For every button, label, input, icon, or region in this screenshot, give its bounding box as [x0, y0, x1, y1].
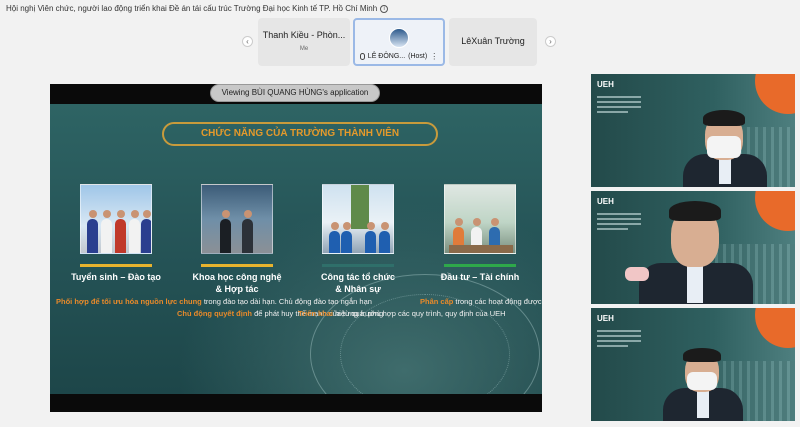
host-label: LÊ ĐÔNG... (Host) ⋮: [359, 52, 439, 61]
column-description: Phân cấp trong các hoạt động được ủy quy…: [420, 297, 542, 306]
participant-name: LêXuân Trường: [461, 36, 525, 46]
staff-photo: [322, 184, 394, 254]
participant-video-2[interactable]: UEH: [591, 191, 795, 304]
function-column-organization: Công tác tổ chức & Nhân sự Triển khai hi…: [298, 184, 506, 319]
microphone-icon: [359, 53, 365, 60]
column-accent-bar: [444, 264, 516, 267]
presentation-slide: CHỨC NĂNG CỦA TRƯỜNG THÀNH VIÊN Tuyển si…: [50, 104, 542, 394]
column-title: Đầu tư – Tài chính: [440, 272, 520, 282]
column-accent-bar: [201, 264, 273, 267]
participant-video-1[interactable]: UEH: [591, 74, 795, 187]
participant-name: Thanh Kiều - Phòn...: [262, 30, 346, 40]
participant-person: [625, 197, 761, 304]
column-title: Khoa học công nghệ & Hợp tác: [192, 272, 282, 294]
meeting-window: Hội nghị Viên chức, người lao động triển…: [0, 0, 800, 427]
participant-person: [671, 104, 781, 187]
participant-tile-host[interactable]: LÊ ĐÔNG... (Host) ⋮: [353, 18, 445, 66]
finance-photo: [444, 184, 516, 254]
participant-me-label: Me: [299, 46, 309, 52]
participant-tile-me[interactable]: Thanh Kiều - Phòn... Me: [258, 18, 350, 66]
function-column-science: Khoa học công nghệ & Hợp tác Chủ động qu…: [177, 184, 384, 319]
column-accent-bar: [322, 264, 394, 267]
function-column-admissions: Tuyển sinh – Đào tạo Phối hợp để tối ưu …: [56, 184, 372, 307]
technology-photo: [201, 184, 273, 254]
info-icon[interactable]: i: [380, 4, 389, 13]
students-photo: [80, 184, 152, 254]
column-description: Triển khai hiệu quả, phù hợp các quy trì…: [298, 309, 506, 318]
slide-title: CHỨC NĂNG CỦA TRƯỜNG THÀNH VIÊN: [162, 122, 438, 146]
ueh-logo: UEH: [597, 197, 614, 206]
participant-video-3[interactable]: UEH: [591, 308, 795, 421]
ueh-logo: UEH: [597, 314, 614, 323]
column-title: Công tác tổ chức & Nhân sự: [320, 272, 396, 294]
meeting-title: Hội nghị Viên chức, người lao động triển…: [6, 4, 389, 13]
meeting-title-text: Hội nghị Viên chức, người lao động triển…: [6, 4, 378, 13]
avatar: [389, 28, 409, 48]
participant-person: [653, 348, 753, 421]
host-role: (Host): [408, 53, 428, 60]
function-column-finance: Đầu tư – Tài chính Phân cấp trong các ho…: [420, 184, 542, 307]
more-options-icon[interactable]: ⋮: [430, 52, 438, 61]
column-accent-bar: [80, 264, 152, 267]
viewing-application-badge[interactable]: Viewing BÙI QUANG HÙNG's application: [210, 84, 380, 102]
ueh-logo: UEH: [597, 80, 614, 89]
column-description: Chủ động quyết định để phát huy thế mạnh…: [177, 309, 384, 318]
participant-tile[interactable]: LêXuân Trường: [449, 18, 537, 66]
participant-name: LÊ ĐÔNG...: [367, 53, 406, 60]
prev-participants-arrow-icon[interactable]: ‹: [242, 36, 253, 47]
column-title: Tuyển sinh – Đào tạo: [71, 272, 161, 282]
column-description: Phối hợp để tối ưu hóa nguồn lực chung t…: [56, 297, 372, 306]
next-participants-arrow-icon[interactable]: ›: [545, 36, 556, 47]
